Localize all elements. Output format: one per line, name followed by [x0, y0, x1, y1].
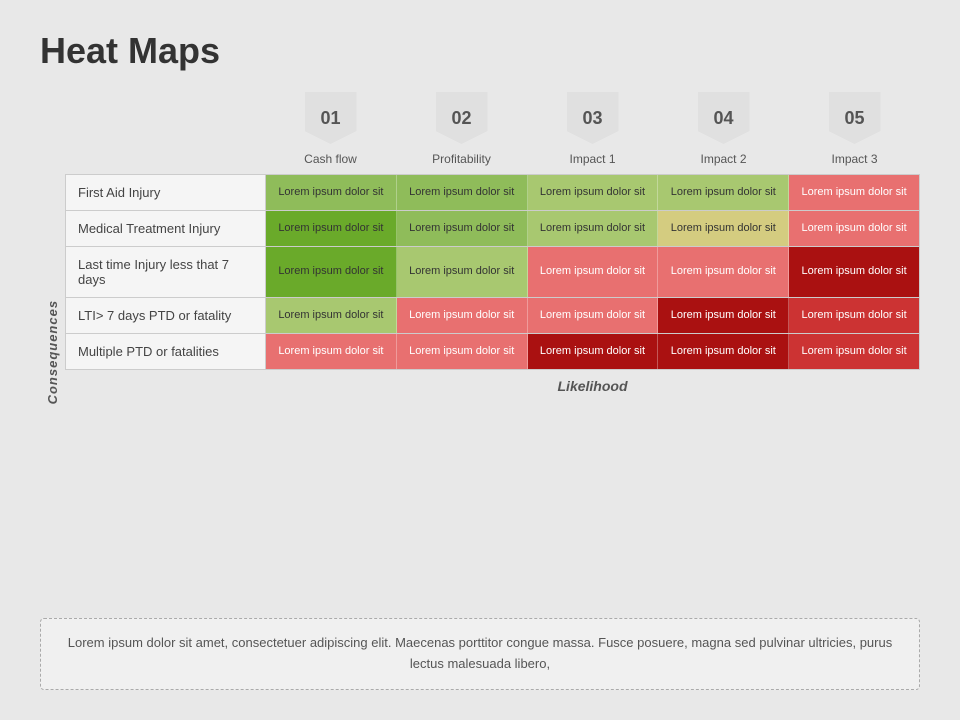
cell-3-2: Lorem ipsum dolor sit [397, 247, 528, 297]
cell-5-2: Lorem ipsum dolor sit [397, 334, 528, 369]
table-row: Multiple PTD or fatalitiesLorem ipsum do… [66, 334, 919, 369]
col-label-4: Impact 2 [698, 148, 748, 174]
cell-5-3: Lorem ipsum dolor sit [528, 334, 659, 369]
table-row: Medical Treatment InjuryLorem ipsum dolo… [66, 211, 919, 247]
row-label-2: Medical Treatment Injury [66, 211, 266, 246]
col-label-5: Impact 3 [829, 148, 879, 174]
col-label-1: Cash flow [302, 148, 359, 174]
cell-5-1: Lorem ipsum dolor sit [266, 334, 397, 369]
col-label-2: Profitability [430, 148, 493, 174]
row-cells-2: Lorem ipsum dolor sitLorem ipsum dolor s… [266, 211, 919, 246]
col-header-3: 03 Impact 1 [527, 92, 658, 174]
cell-4-4: Lorem ipsum dolor sit [658, 298, 789, 333]
cell-4-1: Lorem ipsum dolor sit [266, 298, 397, 333]
grid: First Aid InjuryLorem ipsum dolor sitLor… [65, 174, 920, 370]
page: Heat Maps Consequences 01 Cash flow 02 P… [0, 0, 960, 720]
table-area: 01 Cash flow 02 Profitability 03 Impact … [65, 92, 920, 612]
cell-2-5: Lorem ipsum dolor sit [789, 211, 919, 246]
row-cells-1: Lorem ipsum dolor sitLorem ipsum dolor s… [266, 175, 919, 210]
cell-4-5: Lorem ipsum dolor sit [789, 298, 919, 333]
cell-1-2: Lorem ipsum dolor sit [397, 175, 528, 210]
col-header-2: 02 Profitability [396, 92, 527, 174]
cell-1-4: Lorem ipsum dolor sit [658, 175, 789, 210]
badge-4: 04 [698, 92, 750, 144]
cell-3-3: Lorem ipsum dolor sit [528, 247, 659, 297]
cell-2-3: Lorem ipsum dolor sit [528, 211, 659, 246]
badge-5: 05 [829, 92, 881, 144]
cell-3-4: Lorem ipsum dolor sit [658, 247, 789, 297]
cell-4-3: Lorem ipsum dolor sit [528, 298, 659, 333]
row-label-5: Multiple PTD or fatalities [66, 334, 266, 369]
cell-1-3: Lorem ipsum dolor sit [528, 175, 659, 210]
badge-1: 01 [305, 92, 357, 144]
cell-4-2: Lorem ipsum dolor sit [397, 298, 528, 333]
footer-box: Lorem ipsum dolor sit amet, consectetuer… [40, 618, 920, 690]
row-label-1: First Aid Injury [66, 175, 266, 210]
main-content: Consequences 01 Cash flow 02 Profitabili… [40, 92, 920, 612]
col-label-3: Impact 1 [567, 148, 617, 174]
cell-5-5: Lorem ipsum dolor sit [789, 334, 919, 369]
col-header-4: 04 Impact 2 [658, 92, 789, 174]
row-label-4: LTI> 7 days PTD or fatality [66, 298, 266, 333]
cell-5-4: Lorem ipsum dolor sit [658, 334, 789, 369]
row-label-3: Last time Injury less that 7 days [66, 247, 266, 297]
col-header-5: 05 Impact 3 [789, 92, 920, 174]
col-headers: 01 Cash flow 02 Profitability 03 Impact … [265, 92, 920, 174]
consequences-label: Consequences [40, 92, 65, 612]
table-row: First Aid InjuryLorem ipsum dolor sitLor… [66, 175, 919, 211]
header-row: 01 Cash flow 02 Profitability 03 Impact … [65, 92, 920, 174]
cell-1-5: Lorem ipsum dolor sit [789, 175, 919, 210]
row-cells-5: Lorem ipsum dolor sitLorem ipsum dolor s… [266, 334, 919, 369]
cell-3-5: Lorem ipsum dolor sit [789, 247, 919, 297]
badge-2: 02 [436, 92, 488, 144]
cell-3-1: Lorem ipsum dolor sit [266, 247, 397, 297]
table-row: LTI> 7 days PTD or fatalityLorem ipsum d… [66, 298, 919, 334]
page-title: Heat Maps [40, 30, 920, 72]
badge-3: 03 [567, 92, 619, 144]
cell-2-1: Lorem ipsum dolor sit [266, 211, 397, 246]
likelihood-label: Likelihood [265, 370, 920, 404]
row-cells-4: Lorem ipsum dolor sitLorem ipsum dolor s… [266, 298, 919, 333]
cell-2-4: Lorem ipsum dolor sit [658, 211, 789, 246]
cell-2-2: Lorem ipsum dolor sit [397, 211, 528, 246]
footer-text: Lorem ipsum dolor sit amet, consectetuer… [68, 635, 892, 671]
table-row: Last time Injury less that 7 daysLorem i… [66, 247, 919, 298]
row-cells-3: Lorem ipsum dolor sitLorem ipsum dolor s… [266, 247, 919, 297]
col-header-1: 01 Cash flow [265, 92, 396, 174]
cell-1-1: Lorem ipsum dolor sit [266, 175, 397, 210]
